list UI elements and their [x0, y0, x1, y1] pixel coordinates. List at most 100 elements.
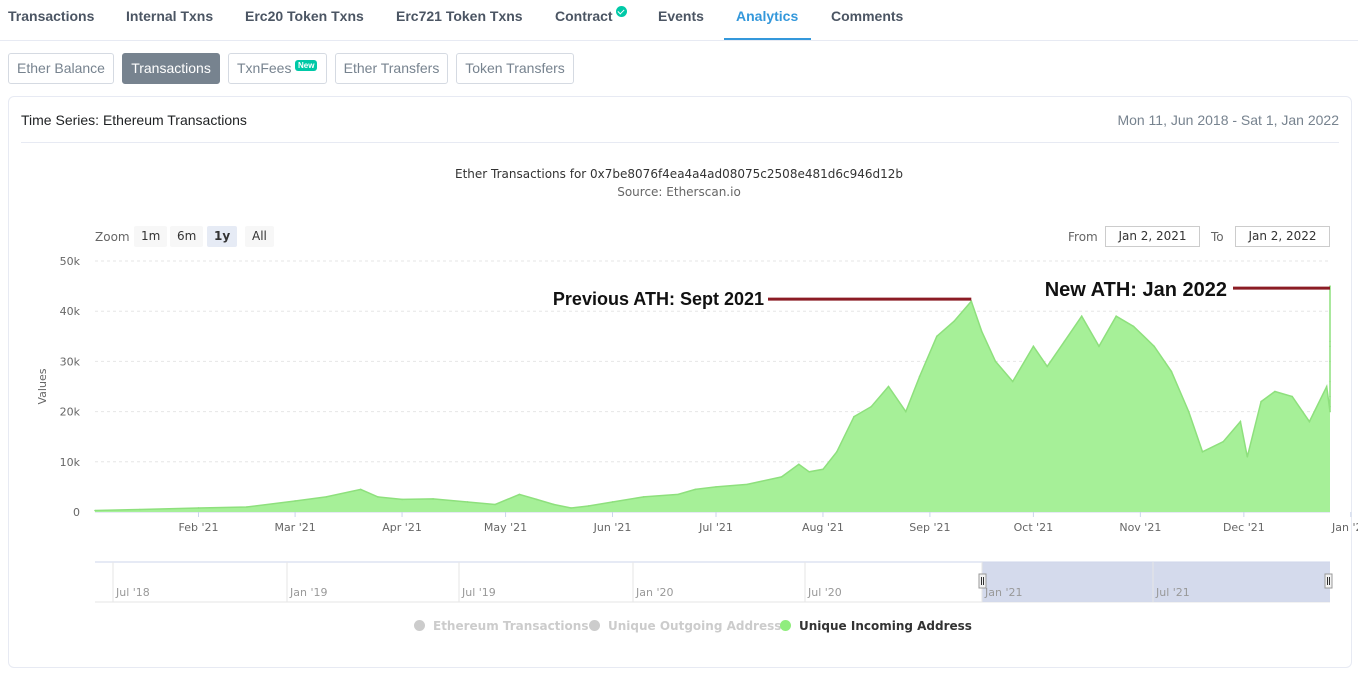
x-tick-label: Nov '21 [1119, 521, 1161, 534]
chart-svg: 0 10k 20k 30k 40k 50k Values Feb '21 Mar '21 Apr … [36, 255, 1358, 603]
data-point [936, 335, 938, 338]
data-point [853, 415, 855, 418]
y-tick-label: 50k [60, 255, 81, 268]
data-point [677, 493, 679, 496]
data-point [587, 505, 590, 507]
data-point [808, 471, 810, 473]
annotation-layer: Previous ATH: Sept 2021 New ATH: Jan 2022 [553, 279, 1330, 309]
x-tick-label: May '21 [484, 521, 527, 534]
data-point [518, 493, 521, 496]
x-tick-label: Jan '22 [1331, 521, 1358, 534]
data-point [1170, 370, 1173, 373]
legend-label: Unique Incoming Address [799, 619, 972, 633]
data-point [246, 506, 248, 508]
navigator-tick-label: Jan '19 [289, 586, 327, 599]
data-point [1274, 390, 1276, 393]
y-axis-title: Values [36, 368, 49, 404]
y-tick-label: 0 [73, 506, 80, 519]
data-point [1187, 410, 1190, 413]
data-point [780, 476, 783, 478]
data-point [715, 486, 717, 488]
data-point [994, 360, 997, 363]
legend-label: Ethereum Transactions [433, 619, 589, 633]
series-area [95, 286, 1330, 512]
data-point [870, 405, 873, 408]
x-tick-label: Jun '21 [593, 521, 632, 534]
data-point [377, 496, 379, 498]
data-point [570, 507, 572, 509]
data-point [1115, 315, 1117, 318]
data-point [1329, 345, 1331, 348]
data-point [1046, 365, 1048, 368]
data-point [466, 501, 469, 503]
legend-marker [780, 620, 791, 631]
navigator-handle[interactable] [978, 573, 987, 589]
data-point [611, 501, 614, 503]
annotation-label: New ATH: Jan 2022 [1045, 279, 1227, 301]
data-point [325, 496, 327, 498]
data-point [1080, 315, 1083, 318]
data-point [494, 503, 497, 506]
legend-marker [414, 620, 425, 631]
data-point [953, 320, 955, 323]
navigator-tick-label: Jul '19 [461, 586, 496, 599]
data-point [1032, 345, 1035, 348]
data-point [1329, 405, 1331, 408]
data-point [553, 503, 555, 506]
navigator-tick-label: Jan '20 [635, 586, 673, 599]
navigator-tick-label: Jul '21 [1155, 586, 1190, 599]
navigator-tick-label: Jul '18 [115, 586, 150, 599]
legend-marker [589, 620, 600, 631]
data-point [1153, 345, 1155, 348]
x-tick-label: Sep '21 [909, 521, 950, 534]
data-point [642, 496, 645, 498]
data-point [1329, 340, 1331, 343]
series-layer [94, 285, 1331, 512]
data-point [904, 410, 907, 413]
y-tick-label: 20k [60, 406, 81, 419]
data-point [1239, 420, 1242, 423]
data-point [1011, 380, 1014, 383]
y-tick-label: 30k [60, 355, 81, 368]
annotation-label: Previous ATH: Sept 2021 [553, 289, 764, 309]
data-point [1222, 440, 1224, 443]
data-point [1201, 450, 1204, 453]
data-point [94, 509, 96, 512]
data-point [980, 330, 983, 333]
data-point [694, 488, 697, 491]
data-point [1329, 395, 1331, 398]
data-point [1329, 360, 1331, 363]
data-point [1329, 380, 1331, 383]
data-point [1325, 385, 1328, 388]
x-tick-label: Dec '21 [1223, 521, 1265, 534]
x-tick-label: Aug '21 [802, 521, 844, 534]
data-point [746, 483, 748, 486]
data-point [1098, 345, 1100, 348]
navigator-tick-label: Jul '20 [807, 586, 842, 599]
data-point [197, 507, 200, 509]
data-point [1308, 420, 1311, 423]
y-tick-label: 10k [60, 456, 81, 469]
data-point [1291, 395, 1293, 398]
x-tick-label: Oct '21 [1014, 521, 1054, 534]
x-tick-label: Jul '21 [698, 521, 733, 534]
data-point [798, 463, 800, 466]
navigator-tick-label: Jan '21 [984, 586, 1022, 599]
navigator-handle[interactable] [1324, 573, 1333, 589]
data-point [139, 508, 141, 511]
navigator[interactable]: Jul '18 Jan '19 Jul '19 Jan '20 Jul '20 Jan '… [95, 561, 1333, 603]
data-point [918, 375, 921, 378]
data-point [822, 468, 824, 471]
x-tick-label: Feb '21 [179, 521, 219, 534]
data-point [294, 500, 296, 502]
x-tick-label: Apr '21 [382, 521, 422, 534]
data-point [535, 498, 538, 501]
data-point [1132, 325, 1135, 328]
data-point [835, 450, 838, 453]
legend-label: Unique Outgoing Address [608, 619, 782, 633]
data-point [432, 498, 434, 500]
data-point [359, 488, 362, 491]
y-tick-label: 40k [60, 305, 81, 318]
data-point [887, 385, 890, 388]
data-point [1246, 455, 1249, 458]
